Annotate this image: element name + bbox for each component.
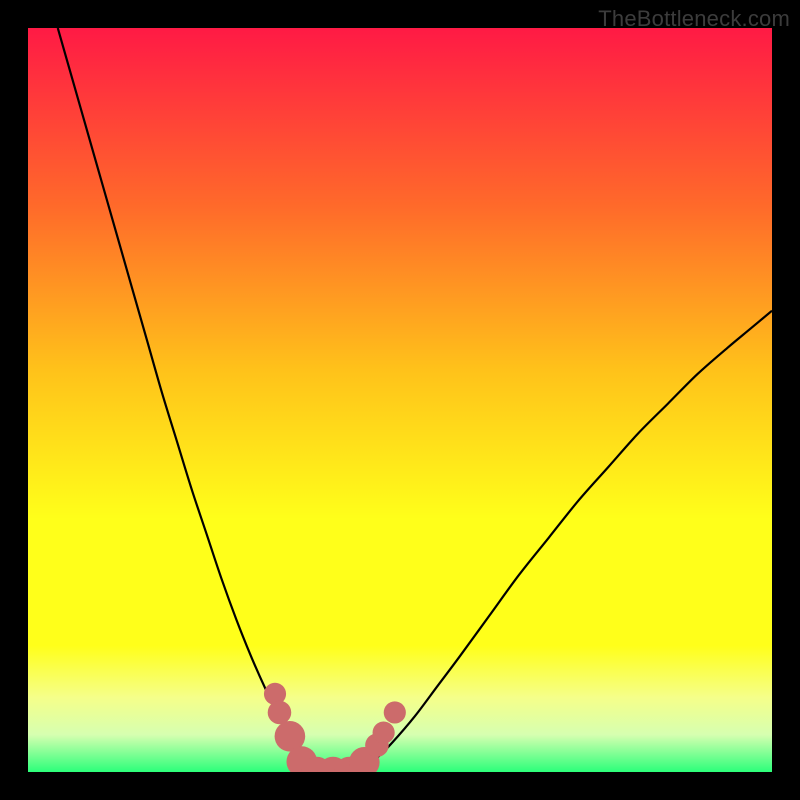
chart-frame: TheBottleneck.com bbox=[0, 0, 800, 800]
valley-marker bbox=[384, 701, 406, 723]
chart-svg bbox=[28, 28, 772, 772]
valley-marker bbox=[373, 722, 395, 744]
valley-marker bbox=[268, 701, 292, 725]
plot-area bbox=[28, 28, 772, 772]
gradient-background bbox=[28, 28, 772, 772]
